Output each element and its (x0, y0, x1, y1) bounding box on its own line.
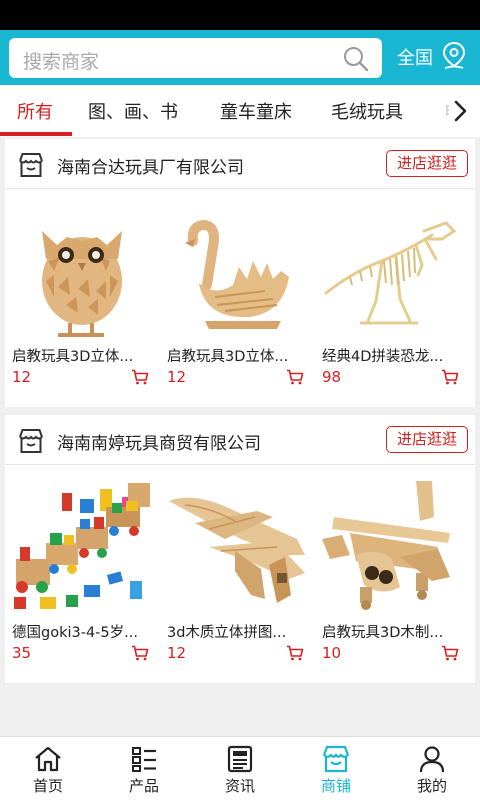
cart-icon[interactable] (286, 645, 304, 661)
user-icon (419, 746, 445, 773)
nav-item-mine[interactable]: 我的 (384, 737, 480, 800)
cart-icon[interactable] (441, 645, 459, 661)
product-image-wooden-airplane[interactable] (320, 477, 463, 615)
product-image-wooden-owl[interactable] (10, 201, 153, 339)
product-card[interactable]: 启教玩具3D立体... 12 (10, 201, 153, 391)
product-list-icon (132, 747, 156, 772)
shop-card: 海南南婷玩具商贸有限公司 进店逛逛 德国goki3-4-5岁... 35 3d木… (5, 415, 475, 683)
product-price: 10 (322, 644, 342, 662)
visit-shop-button[interactable]: 进店逛逛 (386, 426, 468, 453)
cart-icon[interactable] (131, 369, 149, 385)
tab-all[interactable]: 所有 (17, 98, 53, 124)
nav-item-products[interactable]: 产品 (96, 737, 192, 800)
search-icon[interactable] (342, 45, 370, 73)
product-image-wooden-swan[interactable] (165, 201, 308, 339)
product-price: 12 (167, 368, 187, 386)
nav-item-shops[interactable]: 商铺 (288, 737, 384, 800)
nav-label-mine: 我的 (416, 777, 447, 795)
shop-name[interactable]: 海南合达玩具厂有限公司 (57, 153, 244, 178)
status-bar (0, 0, 480, 30)
product-price: 98 (322, 368, 342, 386)
search-input[interactable]: 搜索商家 (9, 38, 382, 78)
header: 搜索商家 全国 (0, 30, 480, 85)
shop-card: 海南合达玩具厂有限公司 进店逛逛 启教玩具3D立体... 12 启教玩具3D立体… (5, 139, 475, 407)
nav-label-home: 首页 (32, 777, 63, 795)
cart-icon[interactable] (286, 369, 304, 385)
shop-header[interactable]: 海南南婷玩具商贸有限公司 进店逛逛 (5, 415, 475, 465)
chevron-right-icon[interactable] (449, 97, 471, 125)
product-title[interactable]: 德国goki3-4-5岁... (12, 621, 153, 642)
bottom-nav: 首页 产品 资讯 商铺 我的 (0, 736, 480, 800)
product-card[interactable]: 经典4D拼装恐龙... 98 (320, 201, 463, 391)
nav-item-home[interactable]: 首页 (0, 737, 96, 800)
visit-shop-button[interactable]: 进店逛逛 (386, 150, 468, 177)
product-title[interactable]: 3d木质立体拼图... (167, 621, 308, 642)
product-price: 12 (167, 644, 187, 662)
shop-header[interactable]: 海南合达玩具厂有限公司 进店逛逛 (5, 139, 475, 189)
shop-icon (322, 745, 350, 773)
tab-plush-toys[interactable]: 毛绒玩具 (331, 98, 403, 124)
home-icon (35, 746, 61, 772)
nav-label-products: 产品 (128, 777, 159, 795)
product-card[interactable]: 3d木质立体拼图... 12 (165, 477, 308, 667)
active-tab-indicator (0, 132, 72, 136)
cart-icon[interactable] (441, 369, 459, 385)
nav-item-news[interactable]: 资讯 (192, 737, 288, 800)
cart-icon[interactable] (131, 645, 149, 661)
product-image-wooden-train-blocks[interactable] (10, 477, 153, 615)
store-icon (19, 153, 43, 177)
nav-label-news: 资讯 (224, 777, 255, 795)
product-image-wooden-jet-plane[interactable] (165, 477, 308, 615)
region-selector[interactable]: 全国 (397, 44, 433, 70)
product-card[interactable]: 德国goki3-4-5岁... 35 (10, 477, 153, 667)
product-title[interactable]: 经典4D拼装恐龙... (322, 345, 463, 366)
product-title[interactable]: 启教玩具3D立体... (12, 345, 153, 366)
product-image-dinosaur-skeleton[interactable] (320, 201, 463, 339)
tab-pictures-books[interactable]: 图、画、书 (88, 98, 178, 124)
tab-strollers-cribs[interactable]: 童车童床 (220, 98, 292, 124)
location-pin-icon[interactable] (441, 41, 467, 71)
product-price: 12 (12, 368, 32, 386)
news-icon (227, 745, 253, 773)
product-card[interactable]: 启教玩具3D木制... 10 (320, 477, 463, 667)
category-tabs: 所有 图、画、书 童车童床 毛绒玩具 电 (0, 85, 480, 137)
store-icon (19, 429, 43, 453)
shop-name[interactable]: 海南南婷玩具商贸有限公司 (57, 429, 261, 454)
search-placeholder: 搜索商家 (23, 51, 100, 73)
product-price: 35 (12, 644, 32, 662)
product-title[interactable]: 启教玩具3D木制... (322, 621, 463, 642)
product-card[interactable]: 启教玩具3D立体... 12 (165, 201, 308, 391)
product-title[interactable]: 启教玩具3D立体... (167, 345, 308, 366)
nav-label-shops: 商铺 (320, 777, 351, 795)
